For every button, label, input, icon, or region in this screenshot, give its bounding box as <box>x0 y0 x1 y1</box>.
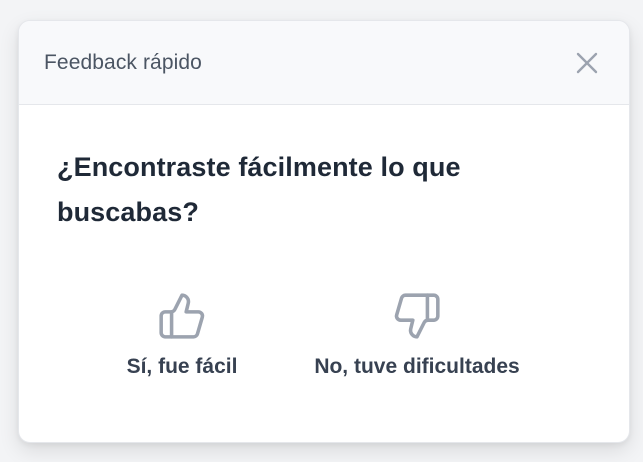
no-difficulties-button[interactable]: No, tuve dificultades <box>307 291 527 379</box>
no-difficulties-label: No, tuve dificultades <box>314 355 520 378</box>
close-button[interactable] <box>569 45 605 81</box>
yes-easy-button[interactable]: Sí, fue fácil <box>117 291 247 379</box>
card-title: Feedback rápido <box>44 50 202 74</box>
card-header: Feedback rápido <box>19 21 629 105</box>
thumbs-up-icon <box>159 293 205 339</box>
feedback-options: Sí, fue fácil No, tuve dificultades <box>19 291 629 391</box>
feedback-card: Feedback rápido ¿Encontraste fácilmente … <box>18 20 630 443</box>
feedback-question: ¿Encontraste fácilmente lo que buscabas? <box>57 152 461 227</box>
yes-easy-label: Sí, fue fácil <box>126 355 238 378</box>
card-body: ¿Encontraste fácilmente lo que buscabas? <box>19 105 629 235</box>
thumbs-down-icon <box>394 293 440 339</box>
close-icon <box>576 52 598 73</box>
